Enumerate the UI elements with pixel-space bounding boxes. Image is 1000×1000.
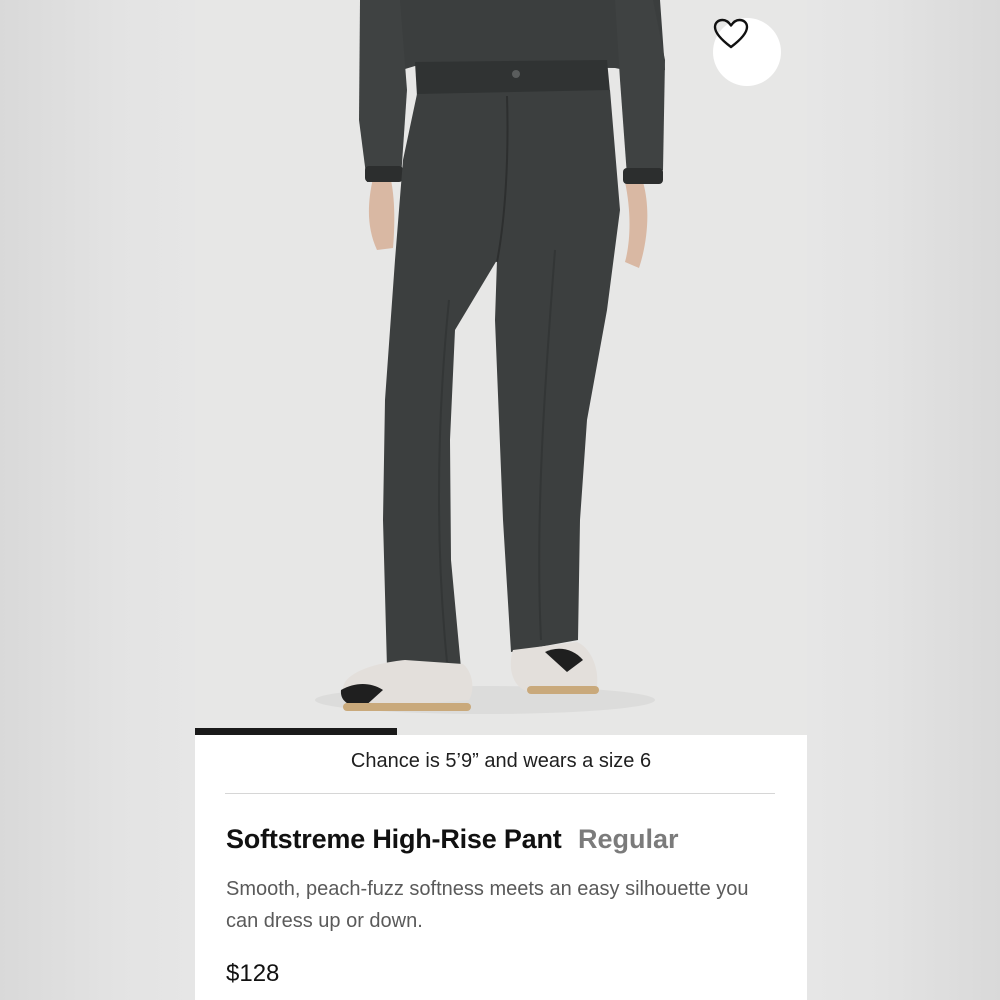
heart-icon [713,18,749,49]
right-backdrop [807,0,1000,1000]
product-name: Softstreme High-Rise Pant [226,824,562,854]
product-description: Smooth, peach-fuzz softness meets an eas… [226,878,749,932]
product-title-row: Softstreme High-Rise Pant Regular [226,824,679,855]
wishlist-button[interactable] [713,18,781,86]
product-price: $128 [226,960,280,987]
product-screen: Chance is 5’9” and wears a size 6 Softst… [195,0,807,1000]
model-caption: Chance is 5’9” and wears a size 6 [350,750,652,772]
carousel-progress [195,728,807,735]
product-fit: Regular [578,824,679,854]
left-backdrop [0,0,195,1000]
carousel-progress-fill [195,728,397,735]
model-illustration [315,0,665,714]
divider [225,793,775,794]
product-image[interactable] [195,0,807,735]
